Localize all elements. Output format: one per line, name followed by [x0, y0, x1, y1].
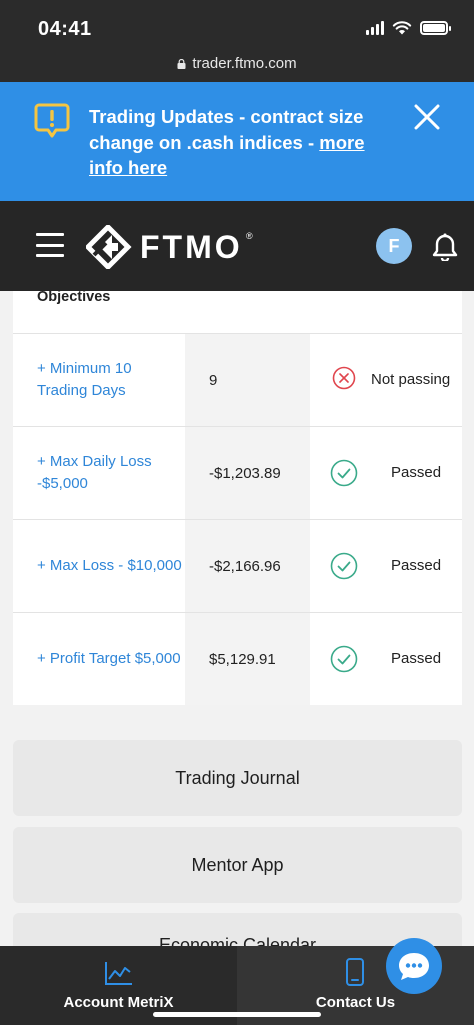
objective-link[interactable]: + Minimum 10 Trading Days [37, 358, 185, 402]
tab-label: Account MetriX [63, 994, 174, 1011]
top-navigation: FTMO ® F [0, 201, 474, 291]
phone-icon [346, 958, 364, 986]
status-icons [366, 21, 451, 35]
status-text: Passed [391, 557, 442, 574]
status-text: Not passing [371, 371, 451, 388]
avatar[interactable]: F [376, 228, 412, 264]
objective-link[interactable]: + Profit Target $5,000 [37, 648, 181, 670]
table-row: + Max Daily Loss -$5,000 -$1,203.89 Pass… [13, 426, 462, 519]
lock-icon [177, 59, 186, 69]
wifi-icon [392, 21, 412, 35]
status-text: Passed [391, 650, 442, 667]
table-row: + Profit Target $5,000 $5,129.91 Passed [13, 612, 462, 705]
ftmo-logo[interactable]: FTMO ® [86, 225, 253, 269]
table-row: + Minimum 10 Trading Days 9 Not passing [13, 333, 462, 426]
alert-icon [34, 103, 70, 138]
ftmo-logo-mark [86, 225, 132, 269]
close-icon[interactable] [412, 102, 442, 132]
economic-calendar-button[interactable]: Economic Calendar [13, 913, 462, 946]
clock: 04:41 [38, 18, 92, 40]
chat-bubble-icon [399, 953, 429, 980]
home-indicator[interactable] [153, 1012, 321, 1017]
objective-result: Passed [310, 427, 462, 519]
url-text: trader.ftmo.com [192, 55, 297, 72]
chart-icon [105, 962, 132, 985]
address-bar[interactable]: trader.ftmo.com [0, 55, 474, 72]
trading-updates-banner: Trading Updates - contract size change o… [0, 82, 474, 201]
objective-value: -$1,203.89 [185, 427, 310, 519]
signal-icon [366, 21, 384, 35]
mentor-app-button[interactable]: Mentor App [13, 827, 462, 903]
status-text: Passed [391, 464, 442, 481]
fail-circle-icon [332, 366, 356, 390]
check-circle-icon [330, 645, 358, 673]
objective-link[interactable]: + Max Loss - $10,000 [37, 555, 182, 577]
objective-result: Passed [310, 520, 462, 612]
table-row: + Max Loss - $10,000 -$2,166.96 Passed [13, 519, 462, 612]
objective-value: 9 [185, 334, 310, 426]
check-circle-icon [330, 459, 358, 487]
objective-value: $5,129.91 [185, 613, 310, 705]
bell-icon[interactable] [432, 233, 458, 261]
main-content[interactable]: Objectives + Minimum 10 Trading Days 9 N… [0, 291, 474, 946]
check-circle-icon [330, 552, 358, 580]
chat-button[interactable] [386, 938, 442, 994]
objective-result: Not passing [310, 334, 462, 426]
trading-journal-button[interactable]: Trading Journal [13, 740, 462, 816]
objectives-heading: Objectives [37, 291, 111, 305]
tab-label: Contact Us [315, 994, 396, 1011]
objective-link[interactable]: + Max Daily Loss -$5,000 [37, 451, 185, 495]
banner-message: Trading Updates - contract size change o… [89, 106, 365, 178]
battery-icon [420, 21, 451, 35]
objective-value: -$2,166.96 [185, 520, 310, 612]
objectives-table: Objectives + Minimum 10 Trading Days 9 N… [13, 291, 462, 705]
status-bar: 04:41 trader.ftmo.com [0, 0, 474, 82]
objective-result: Passed [310, 613, 462, 705]
menu-icon[interactable] [36, 233, 64, 257]
brand-name: FTMO ® [140, 228, 253, 265]
